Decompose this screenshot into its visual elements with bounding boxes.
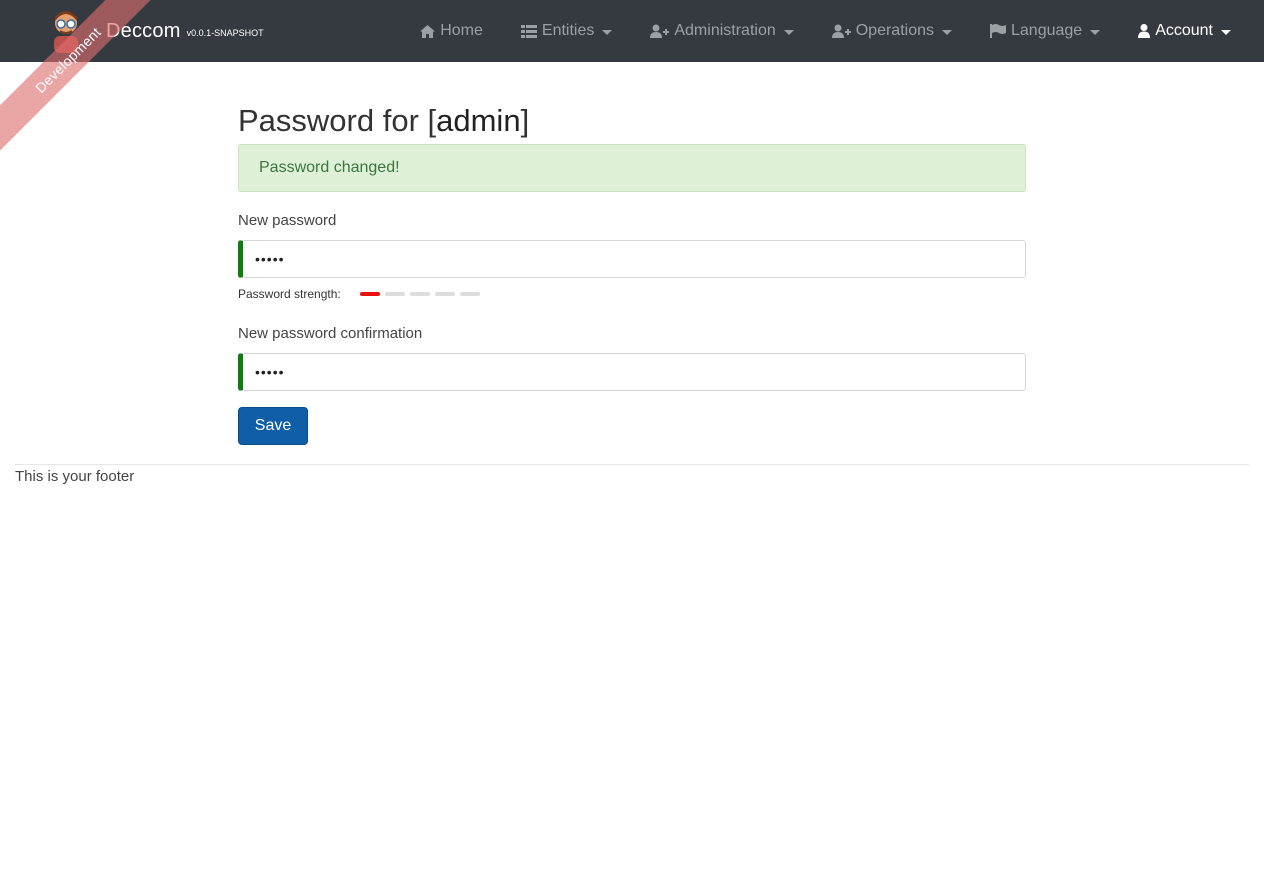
new-password-value: ••••• [255, 251, 285, 267]
new-password-field[interactable]: ••••• [238, 240, 1026, 278]
confirm-password-field[interactable]: ••••• [238, 353, 1026, 391]
nav-item-language[interactable]: Language [971, 0, 1119, 62]
nav-menu: Home Entities Administration Operations [401, 0, 1250, 62]
strength-bar [434, 292, 455, 296]
strength-label: Password strength: [238, 287, 341, 301]
password-form: Password for [admin] Password changed! N… [238, 98, 1026, 445]
footer-divider [15, 464, 1249, 465]
confirm-password-label: New password confirmation [238, 325, 423, 342]
strength-bar [459, 292, 480, 296]
nav-item-administration[interactable]: Administration [631, 0, 812, 62]
nav-item-label: Language [1011, 22, 1083, 39]
nav-item-label: Account [1155, 22, 1213, 39]
new-password-label: New password [238, 212, 337, 229]
save-button[interactable]: Save [238, 407, 308, 445]
username: admin [436, 103, 521, 138]
list-icon [520, 24, 537, 38]
navbar: Deccom v0.0.1-SNAPSHOT Development Home … [0, 0, 1264, 164]
flag-icon [990, 24, 1006, 38]
chevron-down-icon [1221, 29, 1231, 35]
version-label: v0.0.1-SNAPSHOT [186, 28, 264, 38]
strength-bar [359, 292, 380, 296]
home-icon [420, 24, 436, 38]
nav-item-home[interactable]: Home [401, 0, 502, 62]
nav-item-operations[interactable]: Operations [813, 0, 971, 62]
title-prefix: Password for [ [238, 103, 437, 138]
nav-item-label: Operations [855, 22, 934, 39]
nav-item-label: Home [440, 22, 483, 39]
nav-item-label: Entities [541, 22, 595, 39]
strength-meter [359, 292, 485, 296]
confirm-password-value: ••••• [255, 364, 285, 380]
chevron-down-icon [1090, 29, 1101, 35]
chevron-down-icon [942, 29, 952, 35]
page-title: Password for [admin] [238, 98, 1026, 144]
strength-bar [409, 292, 430, 296]
password-strength: Password strength: [238, 287, 1026, 301]
nav-item-label: Administration [674, 22, 776, 39]
user-plus-icon [831, 24, 851, 38]
nav-item-entities[interactable]: Entities [502, 0, 631, 62]
nav-item-account[interactable]: Account [1119, 0, 1250, 62]
success-alert: Password changed! [238, 144, 1026, 192]
title-suffix: ] [520, 103, 530, 138]
chevron-down-icon [783, 29, 794, 35]
user-icon [1138, 24, 1151, 38]
footer-text: This is your footer [15, 468, 135, 485]
user-plus-icon [650, 24, 670, 38]
strength-bar [384, 292, 405, 296]
chevron-down-icon [602, 29, 613, 35]
alert-message: Password changed! [259, 159, 400, 176]
